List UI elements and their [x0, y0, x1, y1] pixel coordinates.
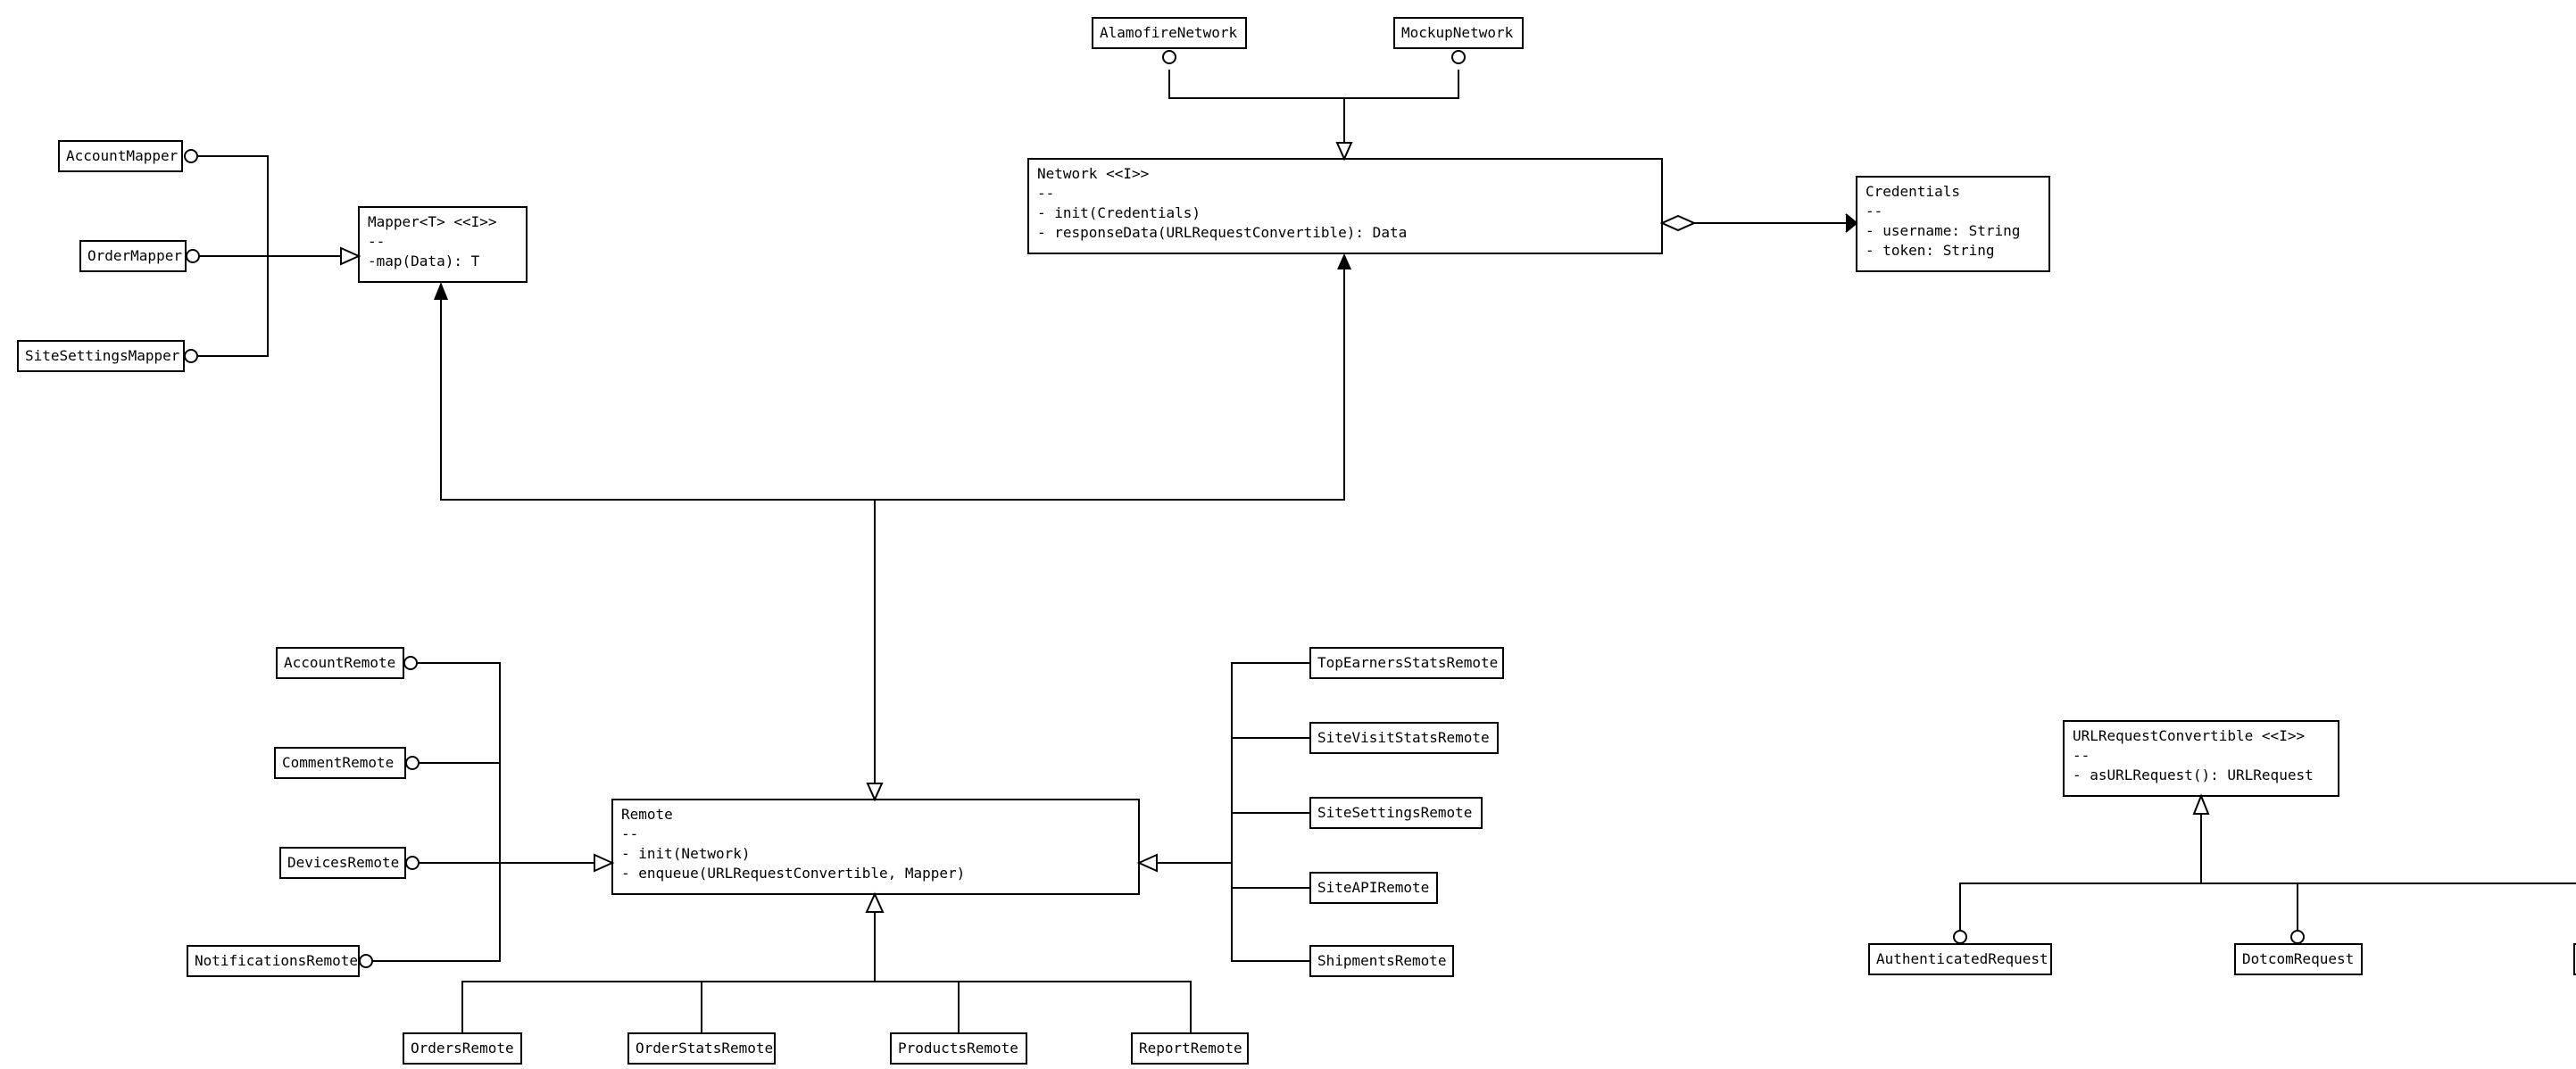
- class-accountremote: AccountRemote: [277, 648, 403, 678]
- conn-urc-subs: [1954, 796, 2576, 943]
- class-mapper: Mapper<T> <<I>> -- -map(Data): T: [359, 207, 527, 282]
- conn-bottom-remotes: [462, 894, 1191, 1033]
- svg-text:Credentials: Credentials: [1866, 183, 1960, 200]
- class-productsremote: ProductsRemote: [891, 1033, 1026, 1064]
- svg-text:DotcomRequest: DotcomRequest: [2242, 950, 2354, 967]
- svg-text:SiteSettingsRemote: SiteSettingsRemote: [1317, 804, 1472, 821]
- class-ordermapper: OrderMapper: [80, 241, 186, 271]
- svg-text:--: --: [1037, 185, 1054, 202]
- svg-text:- init(Network): - init(Network): [621, 845, 751, 862]
- class-orderstatsremote: OrderStatsRemote: [628, 1033, 775, 1064]
- class-notificationsremote: NotificationsRemote: [187, 946, 359, 976]
- class-shipmentsremote: ShipmentsRemote: [1310, 946, 1453, 976]
- conn-networks-to-network: [1163, 51, 1465, 159]
- svg-text:SiteSettingsMapper: SiteSettingsMapper: [25, 347, 180, 364]
- svg-text:AccountRemote: AccountRemote: [284, 654, 395, 671]
- class-credentials: Credentials -- - username: String - toke…: [1857, 177, 2049, 271]
- conn-mappers-to-mapper: [185, 150, 359, 362]
- svg-text:CommentRemote: CommentRemote: [282, 754, 394, 771]
- svg-text:--: --: [368, 233, 385, 250]
- svg-text:Mapper<T> <<I>>: Mapper<T> <<I>>: [368, 213, 497, 230]
- class-authenticatedrequest: AuthenticatedRequest: [1869, 944, 2051, 974]
- svg-text:ShipmentsRemote: ShipmentsRemote: [1317, 952, 1447, 969]
- svg-text:AuthenticatedRequest: AuthenticatedRequest: [1876, 950, 2048, 967]
- class-mockupnetwork: MockupNetwork: [1394, 18, 1523, 48]
- class-remote: Remote -- - init(Network) - enqueue(URLR…: [612, 800, 1139, 894]
- svg-text:--: --: [2073, 747, 2090, 764]
- svg-text:SiteVisitStatsRemote: SiteVisitStatsRemote: [1317, 729, 1490, 746]
- svg-text:- token: String: - token: String: [1866, 242, 1995, 259]
- class-reportremote: ReportRemote: [1132, 1033, 1248, 1064]
- class-siteapiremote: SiteAPIRemote: [1310, 873, 1437, 903]
- svg-text:- enqueue(URLRequestConvertibl: - enqueue(URLRequestConvertible, Mapper): [621, 865, 965, 882]
- svg-text:Network <<I>>: Network <<I>>: [1037, 165, 1149, 182]
- class-sitesettingsmapper: SiteSettingsMapper: [18, 341, 184, 371]
- class-sitevisitstatsremote: SiteVisitStatsRemote: [1310, 723, 1498, 753]
- conn-network-credentials: [1662, 214, 1857, 232]
- svg-text:OrdersRemote: OrdersRemote: [411, 1040, 514, 1057]
- svg-text:ReportRemote: ReportRemote: [1139, 1040, 1242, 1057]
- conn-left-remotes: [360, 657, 612, 967]
- svg-text:Remote: Remote: [621, 806, 673, 823]
- class-topearnersstatsremote: TopEarnersStatsRemote: [1310, 648, 1503, 678]
- svg-text:NotificationsRemote: NotificationsRemote: [195, 952, 358, 969]
- svg-text:AccountMapper: AccountMapper: [66, 147, 179, 164]
- svg-text:- responseData(URLRequestConve: - responseData(URLRequestConvertible): D…: [1037, 224, 1407, 241]
- class-urlrequestconvertible: URLRequestConvertible <<I>> -- - asURLRe…: [2064, 721, 2339, 796]
- svg-text:ProductsRemote: ProductsRemote: [898, 1040, 1018, 1057]
- svg-text:SiteAPIRemote: SiteAPIRemote: [1317, 879, 1429, 896]
- conn-right-remotes: [1139, 663, 1310, 961]
- svg-text:- username: String: - username: String: [1866, 222, 2020, 239]
- svg-text:MockupNetwork: MockupNetwork: [1401, 24, 1514, 41]
- svg-text:OrderStatsRemote: OrderStatsRemote: [636, 1040, 773, 1057]
- svg-text:--: --: [621, 825, 638, 842]
- class-network: Network <<I>> -- - init(Credentials) - r…: [1028, 159, 1662, 253]
- svg-text:AlamofireNetwork: AlamofireNetwork: [1100, 24, 1237, 41]
- class-accountmapper: AccountMapper: [59, 141, 182, 171]
- class-devicesremote: DevicesRemote: [280, 848, 405, 878]
- svg-text:--: --: [1866, 203, 1882, 220]
- conn-remote-usage: [434, 253, 1351, 800]
- svg-text:URLRequestConvertible <<I>>: URLRequestConvertible <<I>>: [2073, 727, 2305, 744]
- uml-diagram: AlamofireNetwork MockupNetwork Network <…: [0, 0, 2576, 1069]
- svg-text:OrderMapper: OrderMapper: [87, 247, 182, 264]
- svg-text:- asURLRequest(): URLRequest: - asURLRequest(): URLRequest: [2073, 767, 2314, 783]
- class-sitesettingsremote: SiteSettingsRemote: [1310, 798, 1482, 828]
- class-alamofirenetwork: AlamofireNetwork: [1093, 18, 1246, 48]
- svg-text:DevicesRemote: DevicesRemote: [287, 854, 399, 871]
- svg-text:-map(Data): T: -map(Data): T: [368, 253, 480, 269]
- class-commentremote: CommentRemote: [275, 748, 405, 778]
- class-dotcomrequest: DotcomRequest: [2235, 944, 2362, 974]
- svg-text:- init(Credentials): - init(Credentials): [1037, 204, 1201, 221]
- class-ordersremote: OrdersRemote: [403, 1033, 521, 1064]
- svg-text:TopEarnersStatsRemote: TopEarnersStatsRemote: [1317, 654, 1498, 671]
